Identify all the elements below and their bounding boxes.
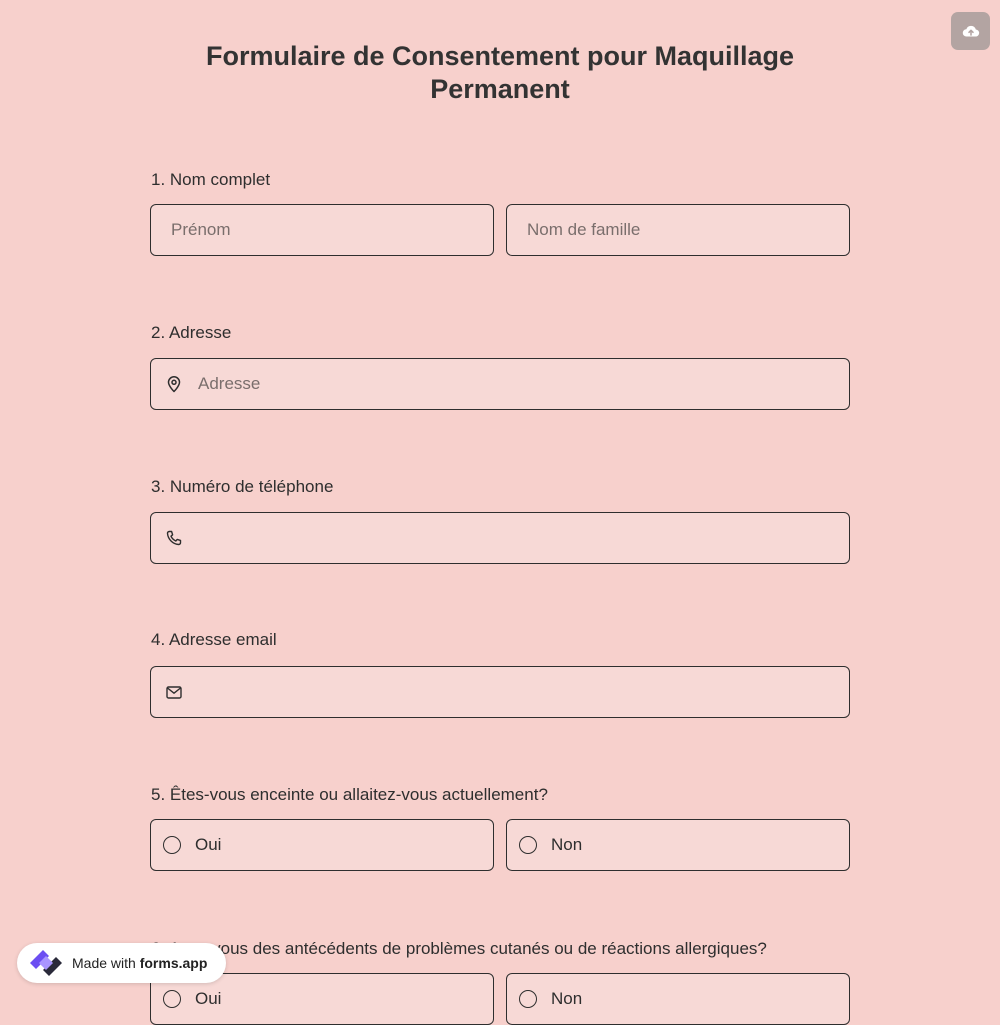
phone-input[interactable] [183,513,849,563]
question-label-address: 2. Adresse [151,323,232,342]
radio-label: Oui [195,989,222,1008]
location-pin-icon [165,375,183,393]
question-label-email: 4. Adresse email [151,630,277,649]
address-input[interactable] [183,359,849,409]
radio-circle[interactable] [519,836,537,854]
last-name-field[interactable] [506,204,850,256]
phone-field[interactable] [150,512,850,564]
radio-circle[interactable] [163,990,181,1008]
made-with-forms-app-badge[interactable]: Made with forms.app [17,943,226,983]
upload-button[interactable] [951,12,990,50]
email-field[interactable] [150,666,850,718]
forms-app-logo-icon [30,950,62,976]
radio-label: Oui [195,835,222,854]
email-input[interactable] [183,667,849,717]
pregnant-option-no[interactable]: Non [506,819,850,871]
badge-text: Made with forms.app [72,955,208,971]
radio-circle[interactable] [519,990,537,1008]
mail-icon [165,683,183,701]
radio-label: Non [551,989,583,1008]
question-label-phone: 3. Numéro de téléphone [151,477,334,496]
question-label-full-name: 1. Nom complet [151,170,271,189]
radio-label: Non [551,835,583,854]
first-name-field[interactable] [150,204,494,256]
skin-history-option-no[interactable]: Non [506,973,850,1025]
radio-circle[interactable] [163,836,181,854]
pregnant-option-yes[interactable]: Oui [150,819,494,871]
last-name-input[interactable] [507,205,849,255]
question-label-pregnant: 5. Êtes-vous enceinte ou allaitez-vous a… [151,785,548,804]
first-name-input[interactable] [151,205,493,255]
question-label-skin-history: 6. Avez-vous des antécédents de problème… [151,939,767,958]
phone-icon [165,529,183,547]
address-field[interactable] [150,358,850,410]
page-title: Formulaire de Consentement pour Maquilla… [205,41,795,104]
cloud-upload-icon [962,25,979,37]
